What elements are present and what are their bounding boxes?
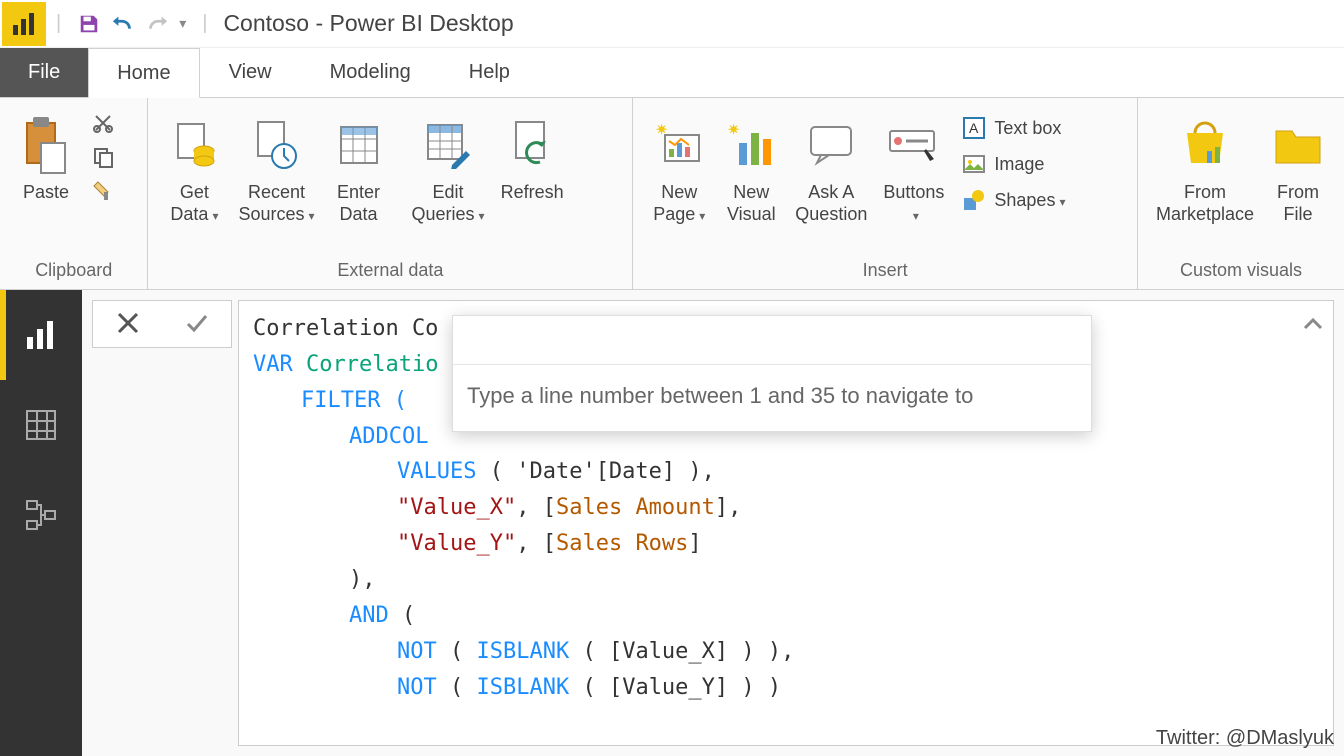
new-visual-icon: ✷ <box>727 110 775 180</box>
qat-dropdown-icon[interactable]: ▾ <box>179 15 186 32</box>
new-visual-button[interactable]: ✷ New Visual <box>715 104 787 231</box>
title-bar: | ▾ | Contoso - Power BI Desktop <box>0 0 1344 48</box>
tab-home[interactable]: Home <box>88 48 199 98</box>
textbox-icon: A <box>962 116 986 140</box>
edit-table-icon <box>424 110 472 180</box>
goto-line-input[interactable] <box>453 316 1091 365</box>
image-button[interactable]: Image <box>956 150 1071 178</box>
refresh-button[interactable]: Refresh <box>493 104 572 210</box>
svg-text:A: A <box>969 120 979 136</box>
nav-data[interactable] <box>0 380 82 470</box>
refresh-icon <box>510 110 554 180</box>
tab-file[interactable]: File <box>0 48 88 97</box>
get-data-button[interactable]: Get Data▾ <box>158 104 230 231</box>
footer-credit: Twitter: @DMaslyuk <box>1156 727 1334 750</box>
cut-button[interactable] <box>86 110 120 136</box>
shapes-icon <box>962 188 986 212</box>
separator: | <box>56 12 61 35</box>
tab-view[interactable]: View <box>200 48 301 97</box>
goto-line-popup: Type a line number between 1 and 35 to n… <box>452 315 1092 432</box>
save-button[interactable] <box>77 12 101 36</box>
group-custom-visuals: From Marketplace From File Custom visual… <box>1138 98 1344 289</box>
ribbon: Paste Clipboard Get Data▾ Recent Sources… <box>0 98 1344 290</box>
redo-button[interactable] <box>145 12 169 36</box>
table-icon <box>337 110 381 180</box>
copy-button[interactable] <box>86 144 120 170</box>
shapes-button[interactable]: Shapes▾ <box>956 186 1071 214</box>
model-view-icon <box>23 497 59 533</box>
left-nav <box>0 290 82 756</box>
quick-access-toolbar: ▾ <box>69 12 194 36</box>
group-label-clipboard: Clipboard <box>0 256 147 289</box>
copy-icon <box>92 146 114 168</box>
scissors-icon <box>92 112 114 134</box>
tab-modeling[interactable]: Modeling <box>301 48 440 97</box>
app-icon <box>2 2 46 46</box>
data-view-icon <box>23 407 59 443</box>
nav-report[interactable] <box>0 290 82 380</box>
brush-icon <box>92 180 114 202</box>
nav-model[interactable] <box>0 470 82 560</box>
goto-line-hint: Type a line number between 1 and 35 to n… <box>453 365 1091 431</box>
cancel-formula-button[interactable] <box>105 306 151 343</box>
recent-sources-button[interactable]: Recent Sources▾ <box>230 104 322 231</box>
speech-bubble-icon <box>807 110 855 180</box>
ribbon-tabs: File Home View Modeling Help <box>0 48 1344 98</box>
group-external-data: Get Data▾ Recent Sources▾ Enter Data Edi… <box>148 98 633 289</box>
marketplace-icon <box>1179 110 1231 180</box>
folder-icon <box>1272 110 1324 180</box>
expand-formula-button[interactable] <box>1303 307 1323 340</box>
recent-icon <box>254 110 298 180</box>
group-label-external: External data <box>148 256 632 289</box>
tab-help[interactable]: Help <box>440 48 539 97</box>
group-label-insert: Insert <box>633 256 1137 289</box>
new-page-icon: ✷ <box>655 110 703 180</box>
insert-small-buttons: A Text box Image Shapes▾ <box>952 104 1075 220</box>
svg-text:✷: ✷ <box>727 122 740 139</box>
group-label-custom: Custom visuals <box>1138 256 1344 289</box>
x-icon <box>115 310 141 336</box>
formula-controls <box>92 300 232 348</box>
database-icon <box>172 110 216 180</box>
paste-button[interactable]: Paste <box>10 104 82 210</box>
chevron-up-icon <box>1303 316 1323 330</box>
buttons-button[interactable]: Buttons▾ <box>875 104 952 231</box>
enter-data-button[interactable]: Enter Data <box>323 104 395 231</box>
textbox-button[interactable]: A Text box <box>956 114 1071 142</box>
ask-question-button[interactable]: Ask A Question <box>787 104 875 231</box>
report-view-icon <box>23 317 59 353</box>
window-title: Contoso - Power BI Desktop <box>223 10 513 37</box>
group-insert: ✷ New Page▾ ✷ New Visual Ask A Question … <box>633 98 1138 289</box>
new-page-button[interactable]: ✷ New Page▾ <box>643 104 715 231</box>
image-icon <box>962 152 986 176</box>
group-clipboard: Paste Clipboard <box>0 98 148 289</box>
edit-queries-button[interactable]: Edit Queries▾ <box>404 104 493 231</box>
separator: | <box>202 12 207 35</box>
from-file-button[interactable]: From File <box>1262 104 1334 231</box>
format-painter-button[interactable] <box>86 178 120 204</box>
from-marketplace-button[interactable]: From Marketplace <box>1148 104 1262 231</box>
button-icon <box>888 110 940 180</box>
check-icon <box>184 310 210 336</box>
clipboard-small-buttons <box>82 104 124 210</box>
accept-formula-button[interactable] <box>174 306 220 343</box>
clipboard-icon <box>21 110 71 180</box>
undo-button[interactable] <box>111 12 135 36</box>
